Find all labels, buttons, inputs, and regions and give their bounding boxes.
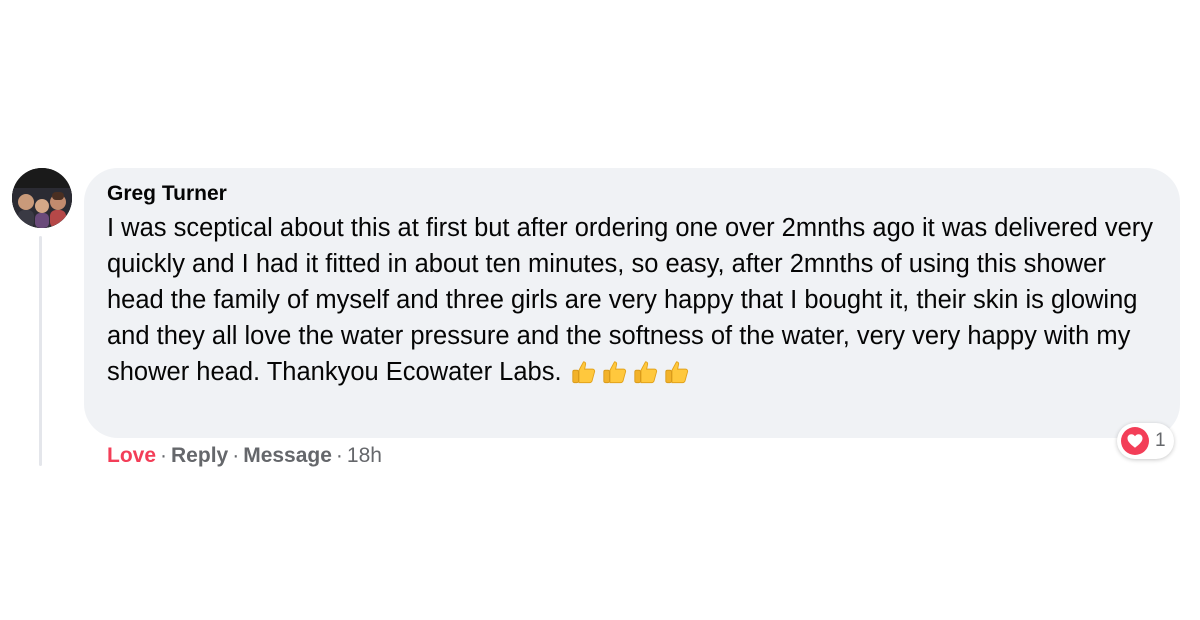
avatar-photo <box>12 168 72 228</box>
comment: Greg Turner I was sceptical about this a… <box>12 168 1182 478</box>
comment-bubble: Greg Turner I was sceptical about this a… <box>84 168 1180 438</box>
separator: · <box>160 444 168 467</box>
reaction-count: 1 <box>1155 430 1166 451</box>
avatar[interactable] <box>12 168 72 228</box>
thumbs-up-icon <box>663 359 690 386</box>
thumbs-up-icon <box>570 359 597 386</box>
thumbs-up-icon <box>601 359 628 386</box>
thumbs-up-emoji-row <box>570 359 690 386</box>
thread-line <box>39 236 42 466</box>
heart-icon <box>1121 427 1149 455</box>
comment-timestamp[interactable]: 18h <box>347 444 382 467</box>
thumbs-up-icon <box>632 359 659 386</box>
separator: · <box>232 444 240 467</box>
message-button[interactable]: Message <box>243 444 332 467</box>
love-button[interactable]: Love <box>107 444 156 467</box>
separator: · <box>335 444 343 467</box>
comment-actions: Love · Reply · Message · 18h <box>107 442 382 470</box>
comment-body: I was sceptical about this at first but … <box>107 210 1158 390</box>
reply-button[interactable]: Reply <box>171 444 228 467</box>
comment-author[interactable]: Greg Turner <box>107 180 1158 208</box>
reaction-summary[interactable]: 1 <box>1117 423 1174 459</box>
